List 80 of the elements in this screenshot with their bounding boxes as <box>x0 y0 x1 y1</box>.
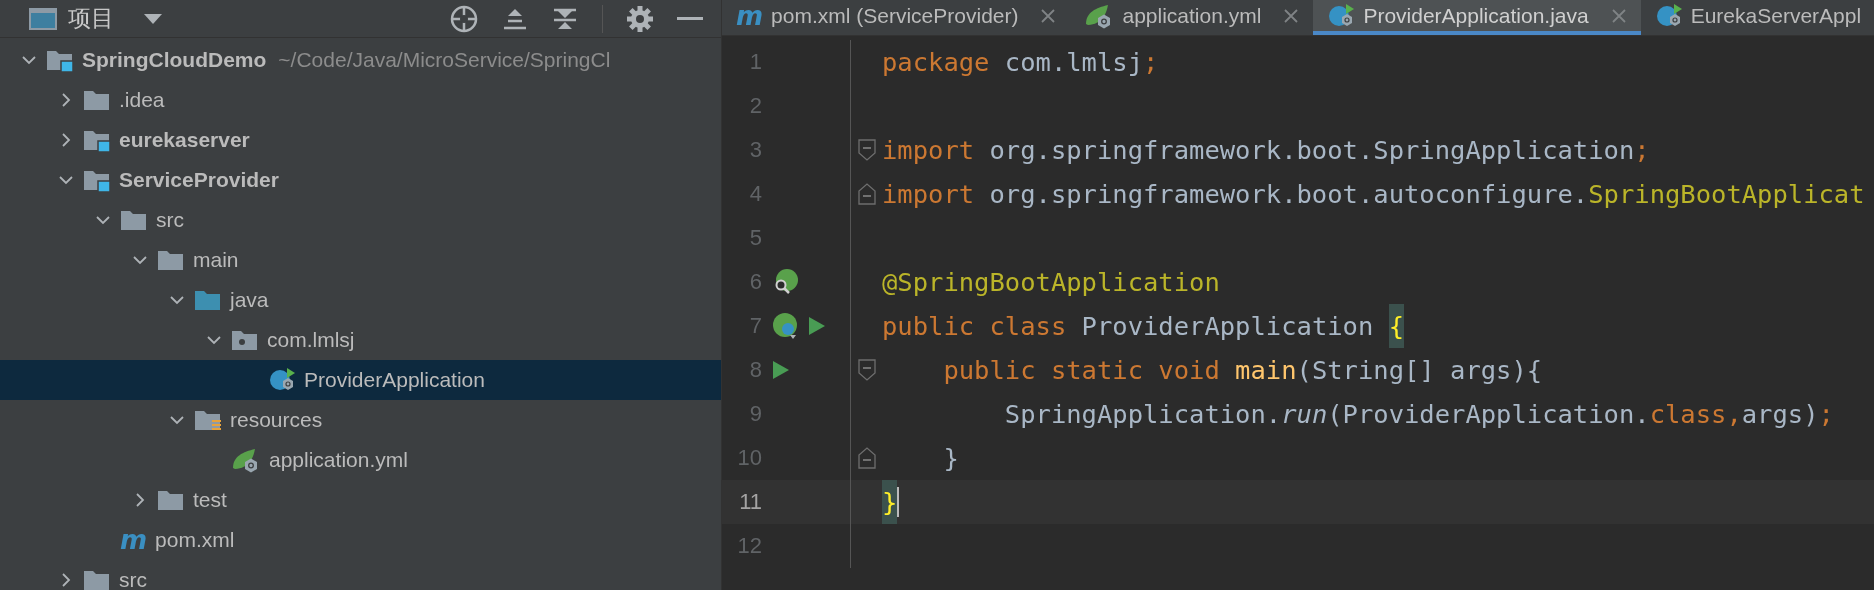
code-line: @SpringBootApplication <box>882 266 1220 299</box>
module-folder-icon <box>83 168 111 192</box>
folder-icon <box>157 248 185 272</box>
expand-all-icon[interactable] <box>502 6 528 31</box>
text-caret <box>897 487 900 517</box>
code-line: import org.springframework.boot.SpringApplication; <box>882 134 1650 167</box>
tree-item[interactable]: com.lmlsj <box>0 320 721 360</box>
run-icon[interactable] <box>772 360 790 380</box>
code-line: package com.lmlsj; <box>882 46 1159 79</box>
editor-tab[interactable]: m pom.xml (ServiceProvider) <box>722 0 1071 35</box>
package-folder-icon <box>231 328 259 352</box>
code-line: public static void main(String[] args){ <box>942 354 1543 387</box>
chevron-down-icon[interactable] <box>133 253 147 267</box>
tree-item[interactable]: resources <box>0 400 721 440</box>
settings-icon[interactable] <box>627 5 653 32</box>
line-number: 4 <box>748 180 762 208</box>
tree-item[interactable]: java <box>0 280 721 320</box>
tree-item[interactable]: application.yml <box>0 440 721 480</box>
chevron-down-icon[interactable] <box>96 213 110 227</box>
line-number: 10 <box>736 444 762 472</box>
chevron-down-icon[interactable] <box>22 53 36 67</box>
fold-marker-icon[interactable] <box>857 183 876 205</box>
tree-item[interactable]: ServiceProvider <box>0 160 721 200</box>
line-number: 9 <box>748 400 762 428</box>
maven-icon: m <box>120 527 148 553</box>
code-line: public class ProviderApplication { <box>882 304 1404 348</box>
chevron-right-icon[interactable] <box>59 133 73 147</box>
chevron-down-icon[interactable] <box>207 333 221 347</box>
tree-item[interactable]: test <box>0 480 721 520</box>
tree-item[interactable]: eurekaserver <box>0 120 721 160</box>
line-number: 12 <box>736 532 762 560</box>
line-number: 2 <box>748 92 762 120</box>
close-icon[interactable] <box>1040 7 1057 24</box>
panel-title: 项目 <box>68 4 114 34</box>
tree-item[interactable]: m pom.xml <box>0 520 721 560</box>
run-icon[interactable] <box>808 316 826 336</box>
chevron-down-icon[interactable] <box>59 173 73 187</box>
source-folder-icon <box>194 288 222 312</box>
line-number: 3 <box>748 136 762 164</box>
maven-icon: m <box>736 2 764 29</box>
chevron-right-icon[interactable] <box>59 93 73 107</box>
fold-marker-icon[interactable] <box>857 447 876 469</box>
code-line: SpringApplication.run(ProviderApplication.class,args); <box>1003 398 1834 431</box>
dropdown-caret-icon[interactable] <box>144 13 162 24</box>
tree-item[interactable]: main <box>0 240 721 280</box>
target-icon[interactable] <box>450 4 478 33</box>
tree-item[interactable]: src <box>0 200 721 240</box>
chevron-right-icon[interactable] <box>133 493 147 507</box>
editor-tab[interactable]: ProviderApplication.java <box>1313 0 1641 35</box>
editor-tab[interactable]: application.yml <box>1070 0 1314 35</box>
tree-item[interactable]: .idea <box>0 80 721 120</box>
folder-icon <box>83 568 111 590</box>
fold-marker-icon[interactable] <box>857 139 876 161</box>
line-number: 11 <box>738 488 762 516</box>
chevron-right-icon[interactable] <box>59 573 73 587</box>
chevron-down-icon[interactable] <box>170 293 184 307</box>
tree-item[interactable]: ProviderApplication <box>0 360 721 400</box>
editor-tab[interactable]: EurekaServerAppl <box>1640 0 1874 35</box>
spring-bean-icon[interactable] <box>772 312 800 340</box>
close-icon[interactable] <box>1283 7 1300 24</box>
line-number: 7 <box>748 312 762 340</box>
line-number: 8 <box>748 356 762 384</box>
folder-icon <box>83 88 111 112</box>
module-folder-icon <box>83 128 111 152</box>
line-number: 1 <box>748 48 762 76</box>
project-path: ~/Code/Java/MicroService/SpringCl <box>278 47 611 74</box>
window-icon <box>28 6 58 31</box>
module-folder-icon <box>46 48 74 72</box>
fold-marker-icon[interactable] <box>857 359 876 381</box>
code-line: import org.springframework.boot.autoconfigure.SpringBootApplicat <box>882 178 1865 211</box>
tree-item[interactable]: SpringCloudDemo ~/Code/Java/MicroService/SpringCl <box>0 40 721 80</box>
folder-icon <box>157 488 185 512</box>
tree-item[interactable]: src <box>0 560 721 590</box>
chevron-down-icon[interactable] <box>170 413 184 427</box>
line-number: 5 <box>748 224 762 252</box>
resources-folder-icon <box>194 408 222 432</box>
folder-icon <box>120 208 148 232</box>
code-line: } <box>942 442 959 475</box>
collapse-all-icon[interactable] <box>552 6 578 31</box>
line-number: 6 <box>748 268 762 296</box>
